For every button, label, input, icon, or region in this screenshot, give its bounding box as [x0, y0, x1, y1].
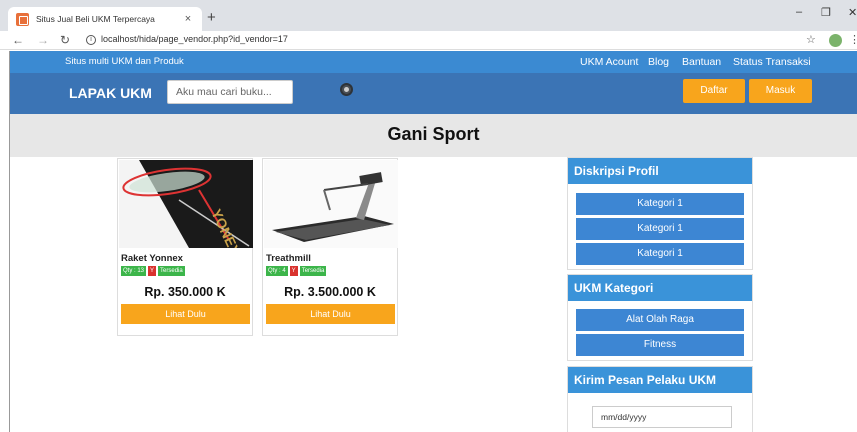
panel-title: Diskripsi Profil [568, 158, 752, 184]
nav-link-ukm-acount[interactable]: UKM Acount [580, 56, 638, 68]
lihat-dulu-button[interactable]: Lihat Dulu [121, 304, 250, 324]
browser-tab-bar: Situs Jual Beli UKM Terpercaya × + – ❐ ✕ [0, 0, 857, 31]
tab-title: Situs Jual Beli UKM Terpercaya [36, 14, 155, 24]
restore-button[interactable]: ❐ [821, 6, 831, 19]
back-arrow-icon[interactable]: ← [12, 33, 24, 47]
site-slogan: Situs multi UKM dan Produk [65, 56, 184, 67]
nav-link-bantuan[interactable]: Bantuan [682, 56, 721, 68]
product-badges: Qty : 4 Y Tersedia [266, 266, 327, 276]
new-tab-button[interactable]: + [207, 10, 216, 25]
url-field[interactable]: localhost/hida/page_vendor.php?id_vendor… [101, 34, 288, 44]
address-bar: ← → ↻ i localhost/hida/page_vendor.php?i… [0, 31, 857, 50]
panel-title: UKM Kategori [568, 275, 752, 301]
kategori-item-alat-olah-raga[interactable]: Alat Olah Raga [576, 309, 744, 331]
panel-ukm-kategori: UKM Kategori Alat Olah Raga Fitness [567, 274, 753, 361]
product-price: Rp. 3.500.000 K [284, 285, 376, 299]
stock-badge: Tersedia [299, 266, 327, 276]
product-name[interactable]: Raket Yonnex [121, 253, 183, 264]
browser-tab[interactable]: Situs Jual Beli UKM Terpercaya × [8, 7, 202, 31]
kategori-item-fitness[interactable]: Fitness [576, 334, 744, 356]
tab-close-icon[interactable]: × [182, 13, 194, 25]
flag-badge: Y [148, 266, 157, 276]
profile-avatar-icon[interactable] [829, 34, 842, 47]
nav-link-status-transaksi[interactable]: Status Transaksi [733, 56, 811, 68]
product-badges: Qty : 13 Y Tersedia [121, 266, 185, 276]
stock-badge: Tersedia [158, 266, 185, 276]
product-image-racket[interactable]: YONEX [119, 160, 253, 248]
title-band: Gani Sport [10, 114, 857, 157]
panel-kirim-pesan: Kirim Pesan Pelaku UKM mm/dd/yyyy [567, 366, 753, 432]
brand-logo[interactable]: LAPAK UKM [69, 85, 152, 101]
camera-icon[interactable] [340, 83, 353, 96]
bookmark-star-icon[interactable]: ☆ [806, 33, 816, 46]
nav-link-blog[interactable]: Blog [648, 56, 669, 68]
reload-icon[interactable]: ↻ [60, 33, 70, 47]
forward-arrow-icon[interactable]: → [37, 33, 49, 47]
product-image-treadmill[interactable] [264, 160, 398, 248]
minimize-button[interactable]: – [796, 6, 802, 18]
profil-item[interactable]: Kategori 1 [576, 193, 744, 215]
profil-item[interactable]: Kategori 1 [576, 243, 744, 265]
product-card[interactable]: Treathmill Qty : 4 Y Tersedia Rp. 3.500.… [262, 158, 398, 336]
search-input[interactable] [167, 80, 293, 104]
close-window-button[interactable]: ✕ [848, 6, 857, 19]
profil-item[interactable]: Kategori 1 [576, 218, 744, 240]
top-strip: Situs multi UKM dan Produk UKM Acount Bl… [10, 51, 857, 73]
flag-badge: Y [289, 266, 298, 276]
product-price: Rp. 350.000 K [144, 285, 226, 299]
panel-diskripsi-profil: Diskripsi Profil Kategori 1 Kategori 1 K… [567, 157, 753, 270]
qty-badge: Qty : 13 [121, 266, 147, 276]
masuk-button[interactable]: Masuk [749, 79, 812, 103]
browser-menu-icon[interactable]: ⋮ [849, 33, 857, 46]
site-favicon-icon [16, 12, 29, 26]
product-name[interactable]: Treathmill [266, 253, 311, 264]
panel-title: Kirim Pesan Pelaku UKM [568, 367, 752, 393]
date-input[interactable]: mm/dd/yyyy [592, 406, 732, 428]
daftar-button[interactable]: Daftar [683, 79, 745, 103]
qty-badge: Qty : 4 [266, 266, 288, 276]
page-title: Gani Sport [387, 124, 480, 144]
lihat-dulu-button[interactable]: Lihat Dulu [266, 304, 395, 324]
site-info-icon[interactable]: i [86, 35, 96, 45]
product-card[interactable]: YONEX Raket Yonnex Qty : 13 Y Tersedia R… [117, 158, 253, 336]
main-header: LAPAK UKM Daftar Masuk [10, 73, 857, 114]
